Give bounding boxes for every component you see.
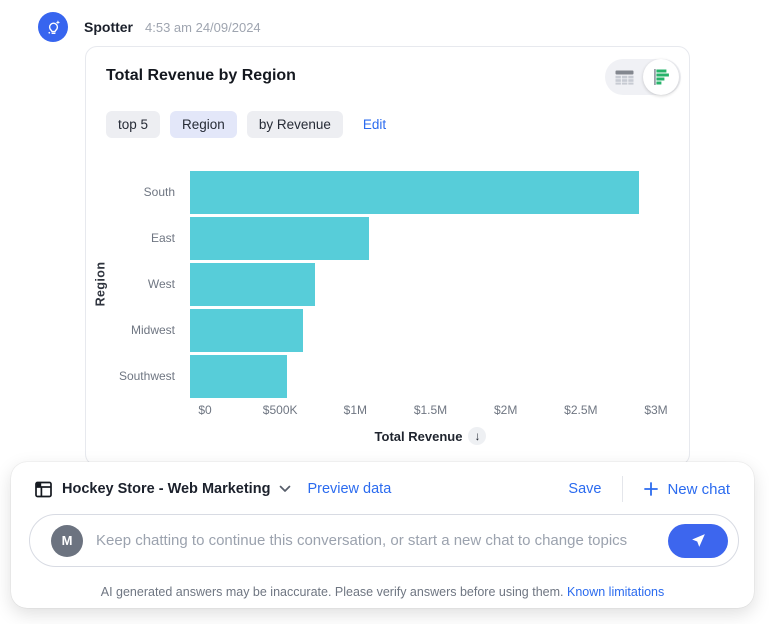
user-avatar-initial: M <box>62 533 73 548</box>
token-chip-region[interactable]: Region <box>170 111 237 138</box>
spotter-lightbulb-icon <box>44 18 63 37</box>
datasource-selector[interactable] <box>279 485 291 493</box>
x-axis-title-label: Total Revenue <box>375 429 463 444</box>
bar-track <box>190 355 654 398</box>
bar-track <box>190 217 654 260</box>
chat-footer-panel: Hockey Store - Web Marketing Preview dat… <box>11 462 754 608</box>
bar-west[interactable] <box>190 263 315 306</box>
y-tick-label: West <box>86 277 190 291</box>
y-tick-label: Midwest <box>86 323 190 337</box>
chat-input-pill: M <box>29 514 739 567</box>
sort-descending-icon[interactable]: ↓ <box>468 427 486 445</box>
y-tick-label: South <box>86 185 190 199</box>
new-chat-label: New chat <box>667 481 730 498</box>
chart-row: East <box>86 215 689 261</box>
bar-chart-view-icon <box>652 68 670 86</box>
message-timestamp: 4:53 am 24/09/2024 <box>145 20 261 35</box>
table-view-button[interactable] <box>605 59 643 95</box>
chart-row: Midwest <box>86 307 689 353</box>
user-avatar: M <box>51 525 83 557</box>
answer-card: Total Revenue by Region top 5Reg <box>85 46 690 466</box>
preview-data-button[interactable]: Preview data <box>307 481 391 497</box>
spotter-avatar <box>38 12 68 42</box>
datasource-name[interactable]: Hockey Store - Web Marketing <box>62 481 270 497</box>
app-name: Spotter <box>84 19 133 35</box>
plus-icon <box>644 482 658 496</box>
bar-east[interactable] <box>190 217 369 260</box>
chat-input[interactable] <box>94 531 660 550</box>
x-tick-label: $2M <box>494 403 517 417</box>
edit-query-button[interactable]: Edit <box>363 117 386 132</box>
send-button[interactable] <box>668 524 728 558</box>
worksheet-icon <box>35 481 52 498</box>
x-tick-label: $1M <box>344 403 367 417</box>
chart-row: West <box>86 261 689 307</box>
x-tick-label: $2.5M <box>564 403 597 417</box>
chart-view-button[interactable] <box>643 59 679 95</box>
ai-disclaimer: AI generated answers may be inaccurate. … <box>11 585 754 599</box>
chart-row: South <box>86 169 689 215</box>
bar-south[interactable] <box>190 171 639 214</box>
send-icon <box>690 532 707 549</box>
x-tick-label: $0 <box>198 403 211 417</box>
x-tick-label: $1.5M <box>414 403 447 417</box>
x-tick-label: $3M <box>644 403 667 417</box>
token-chip-top-5[interactable]: top 5 <box>106 111 160 138</box>
token-chip-by-revenue[interactable]: by Revenue <box>247 111 343 138</box>
chart-row: Southwest <box>86 353 689 399</box>
y-tick-label: Southwest <box>86 369 190 383</box>
chart-title: Total Revenue by Region <box>106 67 296 85</box>
query-chips-row: top 5 Region by Revenue Edit <box>106 111 386 138</box>
view-toggle <box>605 59 681 95</box>
x-tick-label: $500K <box>263 403 298 417</box>
chart-rows: South East West Midwest Southwest <box>86 169 689 399</box>
new-chat-button[interactable]: New chat <box>644 481 730 498</box>
y-tick-label: East <box>86 231 190 245</box>
x-axis-ticks: $0$500K$1M$1.5M$2M$2.5M$3M <box>205 403 656 419</box>
disclaimer-text: AI generated answers may be inaccurate. … <box>101 585 564 599</box>
table-view-icon <box>615 70 634 85</box>
bar-track <box>190 309 654 352</box>
chips-list: top 5 Region by Revenue <box>106 111 343 138</box>
known-limitations-link[interactable]: Known limitations <box>567 585 664 599</box>
save-button[interactable]: Save <box>568 481 601 497</box>
sort-arrow-glyph: ↓ <box>474 429 480 443</box>
bar-track <box>190 263 654 306</box>
bar-southwest[interactable] <box>190 355 287 398</box>
chat-header: Spotter 4:53 am 24/09/2024 <box>38 12 261 42</box>
bar-track <box>190 171 654 214</box>
chevron-down-icon <box>279 485 291 493</box>
bar-midwest[interactable] <box>190 309 303 352</box>
x-axis-title: Total Revenue ↓ <box>205 427 656 445</box>
divider <box>622 476 623 502</box>
datasource-row: Hockey Store - Web Marketing Preview dat… <box>35 475 730 503</box>
